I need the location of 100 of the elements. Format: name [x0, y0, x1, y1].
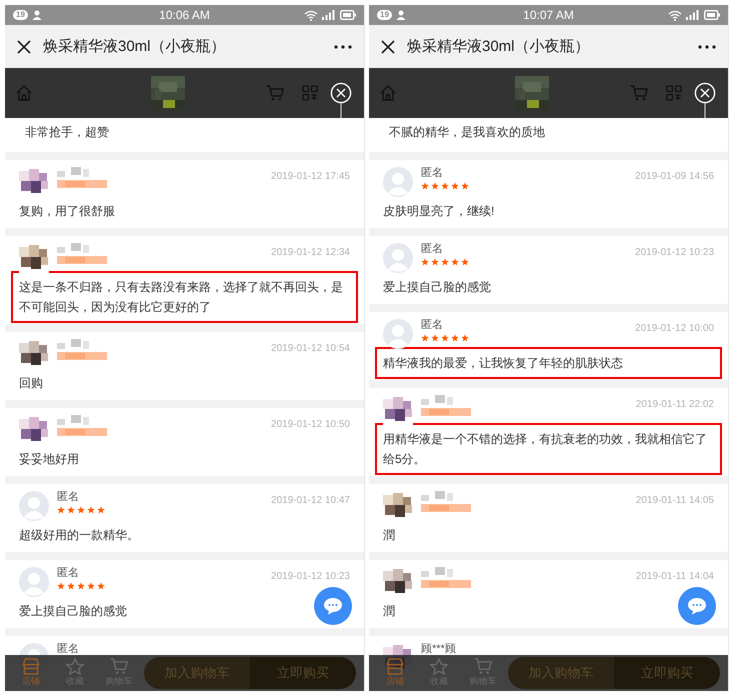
- review-date: 2019-01-12 10:50: [271, 419, 350, 430]
- avatar-icon: [19, 567, 49, 597]
- notification-badge: 19: [377, 10, 392, 20]
- redacted-rating: [57, 428, 107, 436]
- reviewer-name: 匿名: [57, 491, 80, 503]
- avatar-icon: [383, 319, 413, 349]
- star-icon: [97, 582, 105, 590]
- star-icon: [57, 582, 65, 590]
- redacted-rating: [57, 352, 107, 360]
- star-icon: [461, 334, 469, 342]
- reviewer-name: 匿名: [57, 643, 80, 655]
- star-icon: [441, 258, 449, 266]
- wifi-icon: [304, 10, 318, 20]
- review-date: 2019-01-12 10:23: [635, 247, 714, 258]
- signal-icon: [686, 10, 700, 20]
- star-icon: [461, 258, 469, 266]
- battery-icon: [340, 10, 356, 20]
- star-icon: [97, 506, 105, 514]
- reviewer-name: 匿名: [421, 167, 444, 179]
- review-text: 非常抢手，超赞: [25, 125, 109, 139]
- review-date: 2019-01-12 10:47: [271, 495, 350, 506]
- review-date: 2019-01-12 17:45: [271, 171, 350, 182]
- review-date: 2019-01-11 14:04: [636, 571, 714, 582]
- more-icon[interactable]: [334, 44, 352, 48]
- star-icon: [431, 334, 439, 342]
- close-icon[interactable]: [381, 40, 395, 54]
- redacted-rating: [421, 504, 471, 512]
- store-icon: [385, 658, 405, 675]
- page-title: 焕采精华液30ml（小夜瓶）: [407, 37, 591, 56]
- review-date: 2019-01-09 14:56: [635, 171, 714, 182]
- star-icon: [67, 506, 75, 514]
- chat-bubble-icon: [687, 597, 707, 615]
- review-text: 爱上摸自己脸的感觉: [19, 604, 127, 618]
- redacted-rating: [421, 580, 471, 588]
- close-circle-icon[interactable]: [694, 82, 716, 118]
- review-text: 超级好用的一款精华。: [19, 528, 139, 542]
- star-icon: [429, 658, 449, 675]
- redacted-rating: [421, 408, 471, 416]
- review-text: 不腻的精华，是我喜欢的质地: [389, 125, 545, 139]
- star-icon: [451, 258, 459, 266]
- store-icon: [21, 658, 41, 675]
- review-text: 这是一条不归路，只有去路没有来路，选择了就不再回头，是不可能回头，因为没有比它更好的了: [19, 280, 343, 314]
- bottom-tab[interactable]: 店铺: [373, 658, 417, 688]
- status-time: 10:06 AM: [159, 8, 210, 22]
- buy-now-button[interactable]: 立即购买: [250, 657, 356, 689]
- star-icon: [77, 582, 85, 590]
- reviewer-name: 顾***顾: [421, 643, 457, 655]
- bottom-tab[interactable]: 店铺: [9, 658, 53, 688]
- person-icon: [32, 10, 44, 20]
- person-icon: [396, 10, 408, 20]
- review-text: 潤: [383, 604, 395, 618]
- star-icon: [421, 258, 429, 266]
- review-text: 用精华液是一个不错的选择，有抗衰老的功效，我就相信它了给5分。: [383, 432, 707, 466]
- review-text: 回购: [19, 376, 43, 390]
- star-icon: [431, 182, 439, 190]
- review-date: 2019-01-11 22:02: [636, 399, 714, 410]
- review-text: 精华液我的最爱，让我恢复了年轻的肌肤状态: [383, 356, 623, 370]
- review-date: 2019-01-11 14:05: [636, 495, 714, 506]
- review-text: 妥妥地好用: [19, 452, 79, 466]
- star-icon: [65, 658, 85, 675]
- review-text: 爱上摸自己脸的感觉: [383, 280, 491, 294]
- review-text: 复购，用了很舒服: [19, 204, 115, 218]
- redacted-rating: [57, 180, 107, 188]
- avatar-icon: [383, 167, 413, 197]
- review-date: 2019-01-12 10:23: [271, 571, 350, 582]
- star-icon: [441, 182, 449, 190]
- buy-now-button[interactable]: 立即购买: [614, 657, 720, 689]
- page-title: 焕采精华液30ml（小夜瓶）: [43, 37, 227, 56]
- review-date: 2019-01-12 12:34: [271, 247, 350, 258]
- reviewer-name: 匿名: [421, 319, 444, 331]
- star-icon: [87, 582, 95, 590]
- star-icon: [431, 258, 439, 266]
- signal-icon: [322, 10, 336, 20]
- reviewer-name: 匿名: [421, 243, 444, 255]
- review-date: 2019-01-12 10:00: [635, 323, 714, 334]
- review-text: 潤: [383, 528, 395, 542]
- star-icon: [421, 182, 429, 190]
- cart-icon: [473, 658, 493, 675]
- star-icon: [77, 506, 85, 514]
- close-circle-icon[interactable]: [330, 82, 352, 118]
- chat-bubble-icon: [323, 597, 343, 615]
- star-icon: [461, 182, 469, 190]
- star-icon: [57, 506, 65, 514]
- star-icon: [441, 334, 449, 342]
- status-time: 10:07 AM: [523, 8, 574, 22]
- avatar-icon: [19, 491, 49, 521]
- close-icon[interactable]: [17, 40, 31, 54]
- star-icon: [451, 334, 459, 342]
- review-text: 皮肤明显亮了，继续!: [383, 204, 494, 218]
- battery-icon: [704, 10, 720, 20]
- star-icon: [67, 582, 75, 590]
- star-icon: [451, 182, 459, 190]
- star-icon: [421, 334, 429, 342]
- reviewer-name: 匿名: [57, 567, 80, 579]
- notification-badge: 19: [13, 10, 28, 20]
- more-icon[interactable]: [698, 44, 716, 48]
- cart-icon: [109, 658, 129, 675]
- redacted-rating: [57, 256, 107, 264]
- wifi-icon: [668, 10, 682, 20]
- review-date: 2019-01-12 10:54: [271, 343, 350, 354]
